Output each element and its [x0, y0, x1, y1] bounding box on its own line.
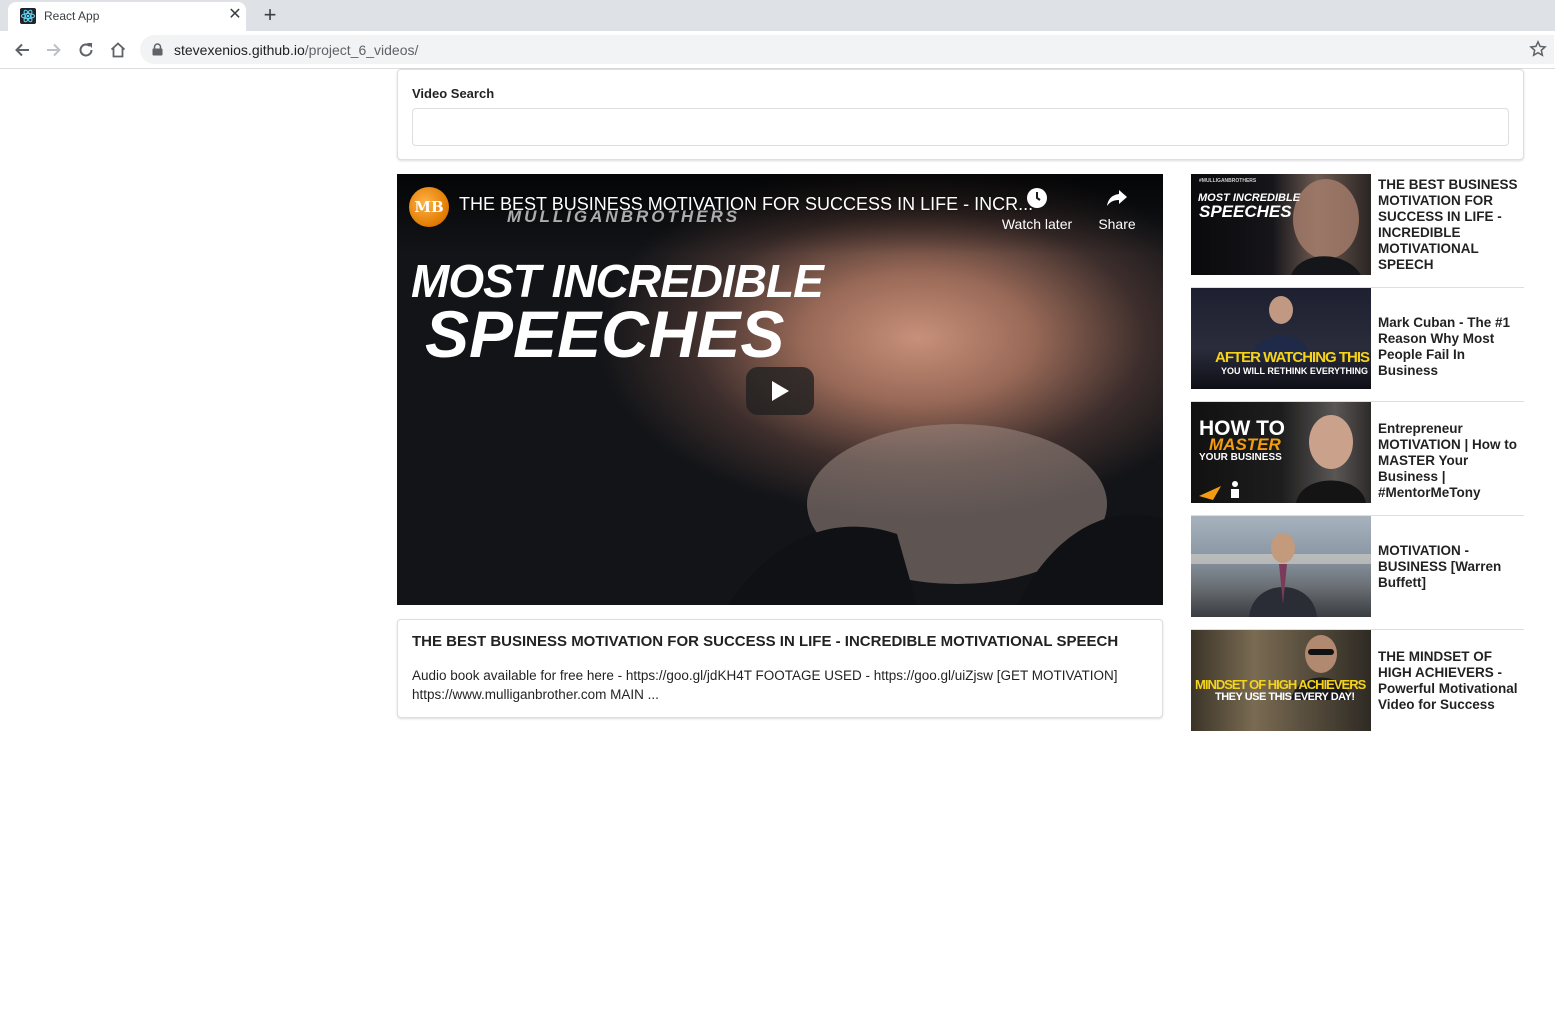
- share-arrow-icon: [1107, 190, 1127, 206]
- tab-title: React App: [44, 9, 100, 23]
- url-text[interactable]: stevexenios.github.io/project_6_videos/: [174, 42, 418, 58]
- search-label: Video Search: [412, 86, 495, 101]
- lock-icon[interactable]: [152, 43, 163, 56]
- address-bar[interactable]: stevexenios.github.io/project_6_videos/: [140, 35, 1554, 64]
- search-bar: Video Search: [397, 69, 1524, 160]
- thumbnail-text: THEY USE THIS EVERY DAY!: [1215, 691, 1355, 703]
- share-button[interactable]: Share: [1093, 186, 1141, 232]
- video-list-item-title[interactable]: THE BEST BUSINESS MOTIVATION FOR SUCCESS…: [1378, 177, 1524, 273]
- reload-icon: [79, 43, 93, 57]
- thumbnail-art: [1191, 533, 1371, 617]
- home-icon: [110, 42, 126, 58]
- share-label: Share: [1098, 216, 1136, 232]
- bookmark-star-icon[interactable]: [1529, 40, 1547, 58]
- react-favicon-icon: [20, 8, 36, 24]
- video-player[interactable]: MULLIGANBROTHERS MOST INCREDIBLE SPEECHE…: [397, 174, 1163, 605]
- reload-button[interactable]: [74, 38, 98, 62]
- arrow-left-icon: [15, 43, 29, 57]
- clock-icon: [1027, 188, 1047, 208]
- arrow-right-icon: [47, 43, 61, 57]
- forward-button[interactable]: [42, 38, 66, 62]
- video-thumbnail[interactable]: HOW TO MASTER YOUR BUSINESS: [1191, 402, 1371, 503]
- browser-tabbar: React App ✕ +: [0, 0, 1555, 31]
- video-list-item-title[interactable]: MOTIVATION - BUSINESS [Warren Buffett]: [1378, 543, 1524, 591]
- channel-logo[interactable]: MB: [409, 187, 449, 227]
- new-tab-icon[interactable]: +: [259, 4, 281, 26]
- close-tab-icon[interactable]: ✕: [226, 6, 244, 24]
- video-list-item[interactable]: MOTIVATION - BUSINESS [Warren Buffett]: [1191, 516, 1524, 630]
- video-thumbnail[interactable]: [1191, 516, 1371, 617]
- thumbnail-headline-2: SPEECHES: [425, 297, 785, 371]
- video-list-item[interactable]: HOW TO MASTER YOUR BUSINESS Entrepreneur…: [1191, 402, 1524, 516]
- watch-later-button[interactable]: Watch later: [997, 186, 1077, 232]
- thumbnail-text: YOU WILL RETHINK EVERYTHING: [1221, 366, 1369, 376]
- browser-tab[interactable]: React App ✕: [8, 2, 246, 31]
- thumbnail-art: [1291, 179, 1361, 275]
- thumbnail-text: SPEECHES: [1199, 202, 1292, 221]
- video-thumbnail[interactable]: AFTER WATCHING THIS YOU WILL RETHINK EVE…: [1191, 288, 1371, 389]
- video-thumbnail[interactable]: MINDSET OF HIGH ACHIEVERS THEY USE THIS …: [1191, 630, 1371, 731]
- video-detail: THE BEST BUSINESS MOTIVATION FOR SUCCESS…: [397, 619, 1163, 718]
- play-button[interactable]: [746, 367, 814, 415]
- url-path: /project_6_videos/: [304, 42, 419, 58]
- video-search-input[interactable]: [412, 108, 1509, 146]
- play-icon: [772, 381, 789, 401]
- channel-logo-text: MB: [414, 198, 444, 216]
- video-list-item[interactable]: #MULLIGANBROTHERS MOST INCREDIBLE SPEECH…: [1191, 174, 1524, 288]
- back-button[interactable]: [10, 38, 34, 62]
- video-list-item-title[interactable]: Mark Cuban - The #1 Reason Why Most Peop…: [1378, 315, 1524, 379]
- thumbnail-text: MINDSET OF HIGH ACHIEVERS: [1195, 677, 1366, 692]
- browser-toolbar: stevexenios.github.io/project_6_videos/: [0, 31, 1555, 69]
- thumbnail-text: #MULLIGANBROTHERS: [1199, 178, 1257, 184]
- video-detail-title: THE BEST BUSINESS MOTIVATION FOR SUCCESS…: [412, 633, 1119, 650]
- video-list-item[interactable]: AFTER WATCHING THIS YOU WILL RETHINK EVE…: [1191, 288, 1524, 402]
- video-thumbnail[interactable]: #MULLIGANBROTHERS MOST INCREDIBLE SPEECH…: [1191, 174, 1371, 275]
- video-detail-description: Audio book available for free here - htt…: [412, 668, 1118, 702]
- watch-later-label: Watch later: [1001, 216, 1073, 232]
- thumbnail-text: AFTER WATCHING THIS: [1215, 349, 1370, 366]
- home-button[interactable]: [106, 38, 130, 62]
- video-list-item-title[interactable]: THE MINDSET OF HIGH ACHIEVERS - Powerful…: [1378, 649, 1524, 713]
- thumbnail-text: YOUR BUSINESS: [1199, 452, 1282, 463]
- video-list-item-title[interactable]: Entrepreneur MOTIVATION | How to MASTER …: [1378, 421, 1524, 501]
- video-list-item[interactable]: MINDSET OF HIGH ACHIEVERS THEY USE THIS …: [1191, 630, 1524, 744]
- player-video-title[interactable]: THE BEST BUSINESS MOTIVATION FOR SUCCESS…: [459, 194, 1033, 215]
- url-host: stevexenios.github.io: [174, 42, 305, 58]
